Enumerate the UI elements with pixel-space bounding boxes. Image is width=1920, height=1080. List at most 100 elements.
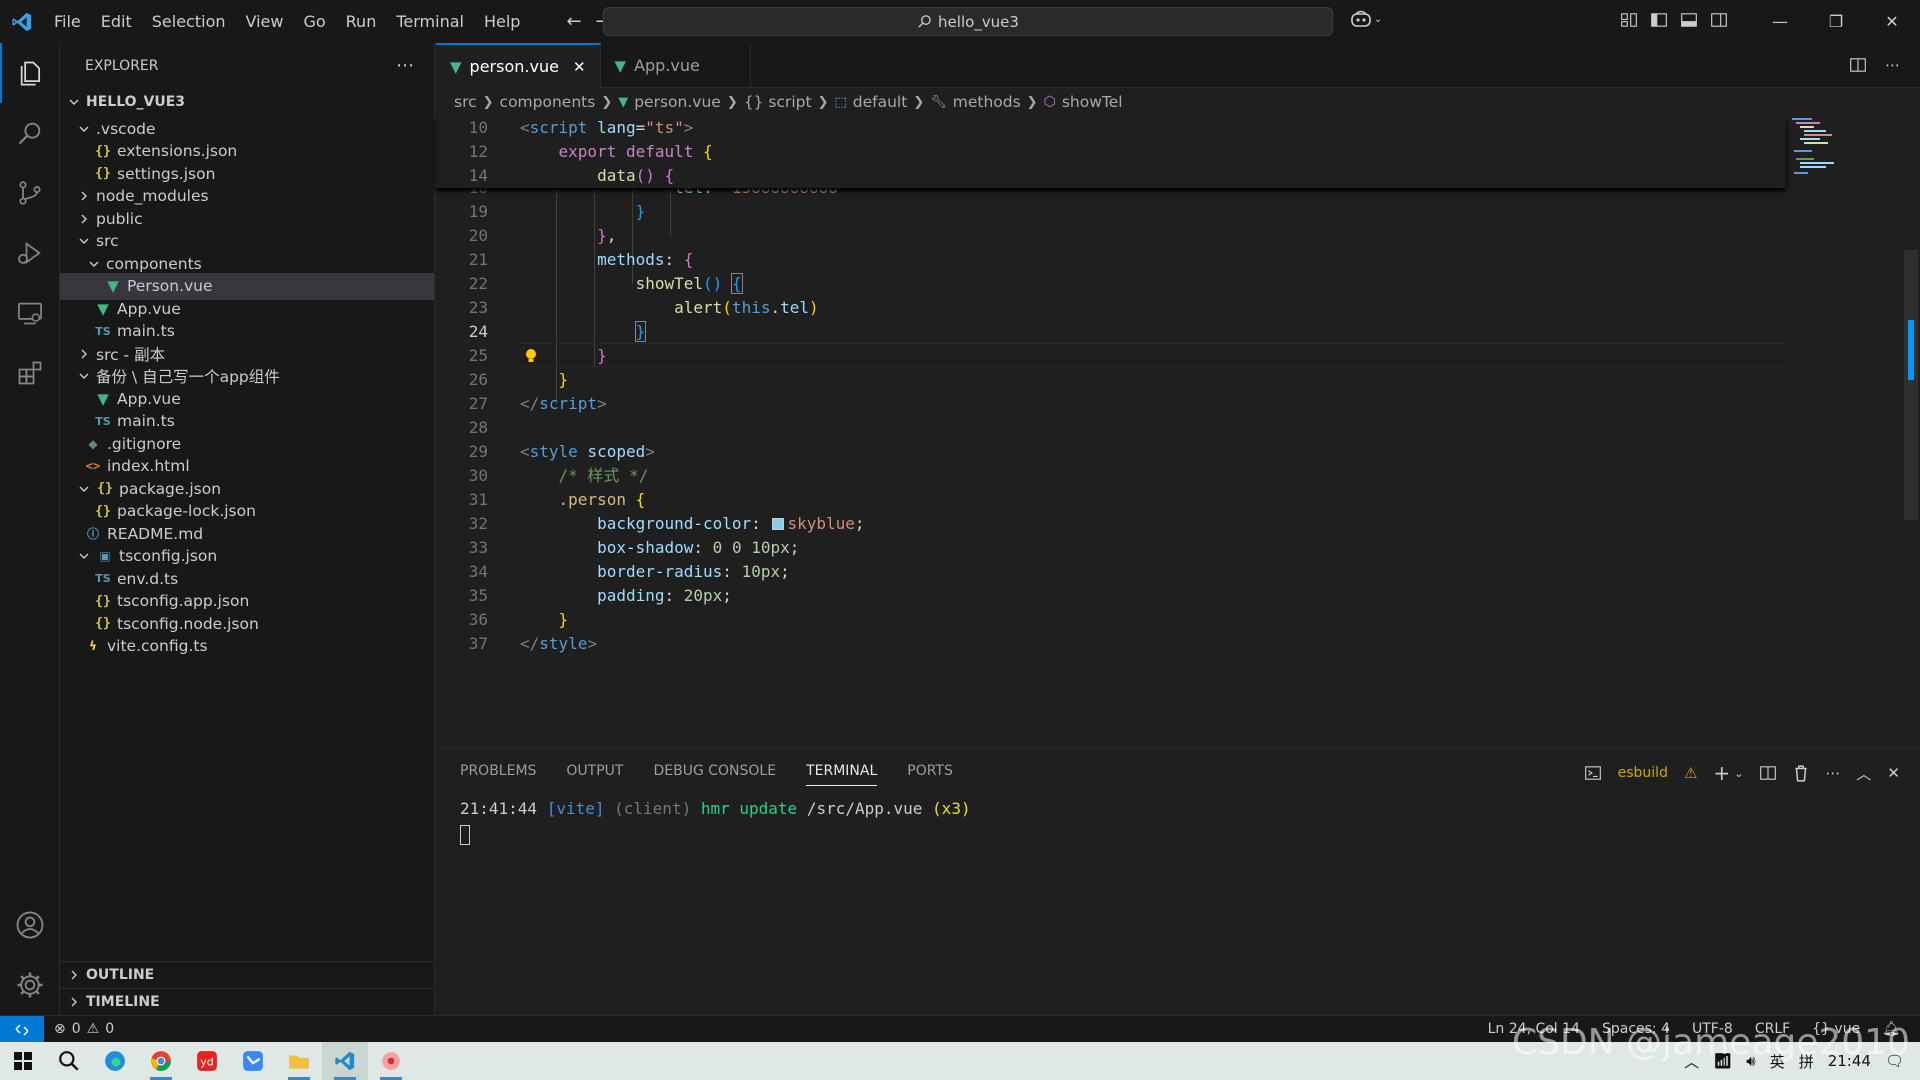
breadcrumb-item[interactable]: default — [853, 93, 908, 111]
split-terminal-icon[interactable] — [1759, 764, 1777, 782]
breadcrumb-item[interactable]: {} script — [744, 93, 812, 111]
menu-edit[interactable]: Edit — [91, 0, 142, 43]
terminal-output[interactable]: 21:41:44 [vite] (client) hmr update /src… — [460, 799, 971, 818]
restore-button[interactable]: ❐ — [1808, 0, 1864, 43]
timeline-label: TIMELINE — [86, 994, 160, 1010]
code-line[interactable]: 22 showTel() { — [436, 272, 1786, 296]
copilot-menu[interactable]: ⌄ — [1350, 9, 1382, 29]
more-actions-icon[interactable]: ⋯ — [396, 55, 414, 76]
menu-go[interactable]: Go — [293, 0, 335, 43]
close-panel-icon[interactable]: ✕ — [1887, 764, 1900, 782]
code-line[interactable]: 37 </style> — [436, 632, 1786, 656]
taskbar-edge[interactable] — [92, 1042, 138, 1080]
code-line[interactable]: 34 border-radius: 10px; — [436, 560, 1786, 584]
menu-terminal[interactable]: Terminal — [386, 0, 474, 43]
code-line[interactable]: 29 <style scoped> — [436, 440, 1786, 464]
code-line[interactable]: 27 </script> — [436, 392, 1786, 416]
editor-scrollbar[interactable] — [1904, 250, 1918, 520]
breadcrumb-item[interactable]: src — [454, 93, 477, 111]
taskbar-feishu[interactable] — [230, 1042, 276, 1080]
sticky-scroll[interactable]: 10 <script lang="ts"> 12 export default {1… — [436, 116, 1786, 188]
start-button[interactable] — [0, 1042, 46, 1080]
code-line[interactable]: 21 methods: { — [436, 248, 1786, 272]
panel-tab-ports[interactable]: PORTS — [907, 763, 953, 779]
taskbar-vscode[interactable] — [322, 1042, 368, 1080]
code-line[interactable]: 31 .person { — [436, 488, 1786, 512]
minimap[interactable] — [1790, 116, 1850, 196]
code-line[interactable]: 33 box-shadow: 0 0 10px; — [436, 536, 1786, 560]
source-control-activity[interactable] — [0, 163, 60, 223]
sticky-line[interactable]: 14 data() { — [436, 164, 1786, 188]
command-center-search[interactable]: hello_vue3 — [603, 7, 1333, 36]
code-text: data() { — [597, 166, 675, 185]
menu-file[interactable]: File — [44, 0, 91, 43]
code-line[interactable]: 30 /* 样式 */ — [436, 464, 1786, 488]
split-editor-icon[interactable] — [1849, 56, 1867, 74]
taskbar-file-explorer[interactable] — [276, 1042, 322, 1080]
menu-help[interactable]: Help — [474, 0, 530, 43]
code-line[interactable]: 19 } — [436, 200, 1786, 224]
panel-tab-output[interactable]: OUTPUT — [566, 763, 623, 779]
tree-item[interactable]: ϟ vite.config.ts — [60, 633, 434, 660]
workspace-root[interactable]: HELLO_VUE3 — [60, 88, 434, 115]
problems-indicator[interactable]: ⊗ 0 ⚠ 0 — [54, 1021, 114, 1037]
remote-explorer-activity[interactable] — [0, 283, 60, 343]
taskbar-search[interactable] — [46, 1042, 92, 1080]
breadcrumb-item[interactable]: person.vue — [634, 93, 721, 111]
sticky-line[interactable]: 12 export default { — [436, 140, 1786, 164]
trash-icon[interactable] — [1793, 764, 1809, 782]
taskbar-youdao[interactable]: yd — [184, 1042, 230, 1080]
code-line[interactable]: 28 — [436, 416, 1786, 440]
menu-view[interactable]: View — [236, 0, 294, 43]
explorer-activity[interactable] — [0, 43, 60, 103]
manage-activity[interactable] — [0, 955, 60, 1015]
chevron-down-icon[interactable]: ⌄ — [1734, 767, 1743, 780]
breadcrumb-item[interactable]: methods — [953, 93, 1021, 111]
new-terminal-icon[interactable]: + — [1713, 761, 1730, 785]
json-file-icon: {} — [95, 143, 111, 159]
code-line[interactable]: 35 padding: 20px; — [436, 584, 1786, 608]
menu-selection[interactable]: Selection — [142, 0, 236, 43]
close-icon[interactable]: ✕ — [573, 58, 586, 76]
toggle-panel-icon[interactable] — [1680, 11, 1698, 29]
terminal-name[interactable]: esbuild — [1618, 765, 1668, 781]
toggle-primary-sidebar-icon[interactable] — [1650, 11, 1668, 29]
search-activity[interactable] — [0, 103, 60, 163]
run-debug-activity[interactable] — [0, 223, 60, 283]
customize-layout-icon[interactable] — [1620, 11, 1638, 29]
code-line[interactable]: 23 alert(this.tel) — [436, 296, 1786, 320]
minimize-button[interactable]: — — [1752, 0, 1808, 43]
tab-app-vue[interactable]: ▼ App.vue — [601, 43, 751, 88]
timeline-section[interactable]: TIMELINE — [60, 988, 434, 1015]
accounts-activity[interactable] — [0, 895, 60, 955]
menu-run[interactable]: Run — [336, 0, 387, 43]
maximize-panel-icon[interactable]: ︿ — [1856, 763, 1871, 784]
close-window-button[interactable]: ✕ — [1864, 0, 1920, 43]
outline-section[interactable]: OUTLINE — [60, 961, 434, 988]
back-arrow-icon[interactable]: ← — [566, 11, 581, 32]
code-line[interactable]: 24 } — [436, 320, 1786, 344]
toggle-secondary-sidebar-icon[interactable] — [1710, 11, 1728, 29]
code-line[interactable]: 25 } — [436, 344, 1786, 368]
panel-tab-terminal[interactable]: TERMINAL — [806, 756, 878, 786]
chevron-right-icon — [76, 190, 92, 202]
taskbar-chrome[interactable] — [138, 1042, 184, 1080]
code-line[interactable]: 36 } — [436, 608, 1786, 632]
more-actions-icon[interactable]: ⋯ — [1825, 764, 1840, 782]
taskbar-paint-app[interactable] — [368, 1042, 414, 1080]
tab-person-vue[interactable]: ▼ person.vue ✕ — [436, 43, 601, 88]
panel-tab-debug-console[interactable]: DEBUG CONSOLE — [653, 763, 776, 779]
code-line[interactable]: 32 background-color: skyblue; — [436, 512, 1786, 536]
panel-tab-problems[interactable]: PROBLEMS — [460, 763, 536, 779]
breadcrumb-item[interactable]: showTel — [1062, 93, 1123, 111]
code-editor[interactable]: 10 <script lang="ts"> 12 export default {1… — [436, 116, 1920, 748]
code-line[interactable]: 26 } — [436, 368, 1786, 392]
lightbulb-icon[interactable] — [524, 348, 538, 364]
remote-indicator[interactable] — [0, 1016, 44, 1043]
extensions-activity[interactable] — [0, 343, 60, 403]
code-line[interactable]: 20 }, — [436, 224, 1786, 248]
sticky-line[interactable]: 10 <script lang="ts"> — [436, 116, 1786, 140]
module-icon: ⬚ — [834, 94, 847, 110]
more-actions-icon[interactable]: ⋯ — [1885, 56, 1900, 74]
breadcrumb-item[interactable]: components — [500, 93, 596, 111]
